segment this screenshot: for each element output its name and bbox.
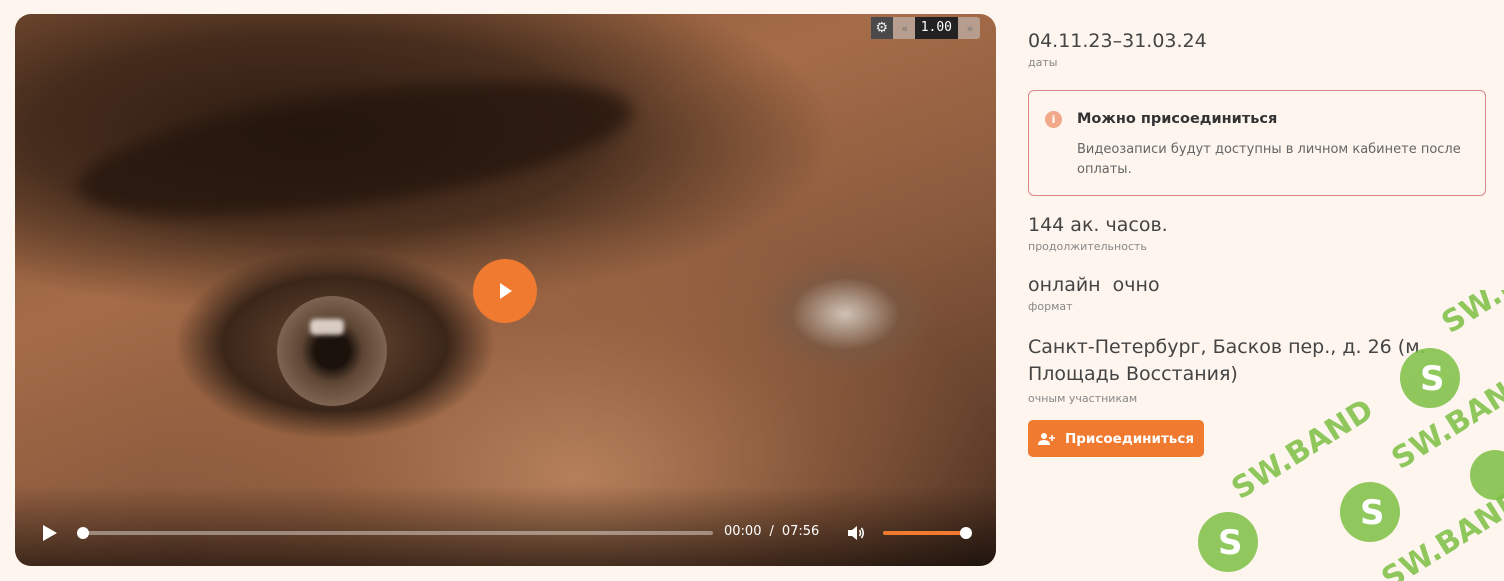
join-notice: i Можно присоединиться Видеозаписи будут… [1028,90,1486,196]
join-button[interactable]: Присоединиться [1028,420,1204,457]
time-separator: / [769,524,774,539]
volume-icon[interactable] [846,523,866,543]
course-format-label: формат [1028,300,1073,313]
course-address: Санкт-Петербург, Басков пер., д. 26 (м. … [1028,336,1426,385]
course-format: онлайн очно [1028,274,1160,296]
course-address-label: очным участникам [1028,392,1138,405]
volume-slider[interactable] [883,527,972,539]
notice-title: Можно присоединиться [1077,111,1278,127]
course-dates: 04.11.23–31.03.24 [1028,30,1207,52]
watermark-logo-icon [1340,482,1400,542]
duration: 07:56 [781,524,820,539]
video-frame-shadow [70,55,640,243]
format-block: онлайн очно формат [1028,274,1488,313]
video-player[interactable]: ⚙ ‹‹ 1.00 ›› 00:00 / 07:56 [15,14,996,566]
play-icon [500,283,512,299]
gear-icon[interactable]: ⚙ [870,17,893,39]
progress-handle[interactable] [77,527,89,539]
video-controls: 00:00 / 07:56 [15,518,996,548]
course-dates-label: даты [1028,56,1058,69]
address-block: Санкт-Петербург, Басков пер., д. 26 (м. … [1028,334,1428,405]
video-frame-eye [277,296,387,406]
course-hours: 144 ак. часов. [1028,214,1168,236]
watermark-logo-icon [1470,450,1504,500]
play-icon[interactable] [41,524,59,542]
join-button-label: Присоединиться [1064,430,1195,447]
notice-text: Видеозаписи будут доступны в личном каби… [1077,142,1461,177]
speed-value: 1.00 [914,17,958,39]
watermark-text: SW.BAND [1376,482,1504,581]
watermark-logo-icon: S [1218,523,1243,563]
speed-up-button[interactable]: ›› [958,22,980,35]
speed-control[interactable]: ⚙ ‹‹ 1.00 ›› [870,17,980,39]
speed-down-button[interactable]: ‹‹ [893,22,915,35]
current-time: 00:00 [724,524,762,539]
progress-bar[interactable] [77,527,713,539]
volume-handle[interactable] [960,527,972,539]
hours-block: 144 ак. часов. продолжительность [1028,214,1488,253]
course-hours-label: продолжительность [1028,240,1147,253]
play-button-large[interactable] [473,259,537,323]
add-user-icon [1037,432,1055,445]
watermark-logo-icon: S [1360,493,1385,533]
time-display: 00:00 / 07:56 [724,524,819,539]
watermark-text: SW.BAND [1226,392,1380,506]
info-icon: i [1045,111,1062,128]
watermark-logo-icon [1198,512,1258,572]
course-info: 04.11.23–31.03.24 даты [1028,30,1488,69]
